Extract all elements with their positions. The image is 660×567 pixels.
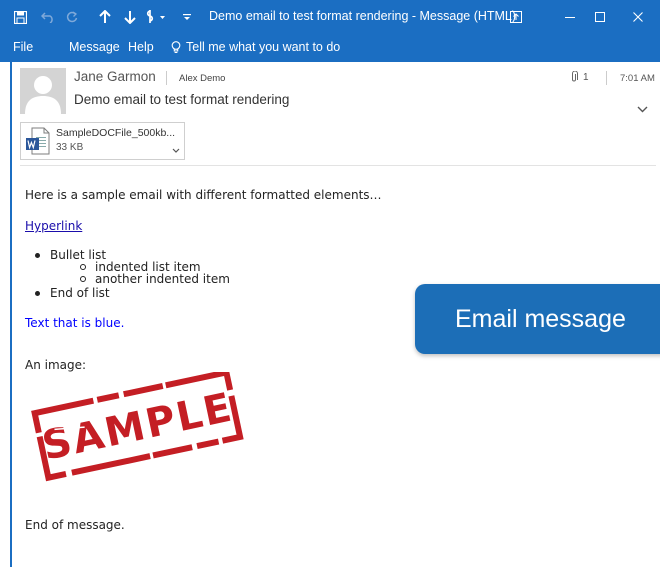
word-doc-icon	[25, 127, 51, 155]
header-separator	[166, 71, 167, 85]
title-bar: Demo email to test format rendering - Me…	[0, 0, 660, 34]
tell-me-search[interactable]: Tell me what you want to do	[171, 40, 340, 54]
intro-text: Here is a sample email with different fo…	[25, 188, 382, 202]
sender-name[interactable]: Jane Garmon	[74, 69, 156, 84]
minimize-icon[interactable]	[556, 0, 584, 34]
redo-icon[interactable]	[62, 0, 82, 34]
tag-dropdown-icon[interactable]	[144, 0, 172, 34]
image-label: An image:	[25, 358, 87, 372]
sample-stamp-image: SAMPLE	[26, 368, 251, 488]
maximize-icon[interactable]	[586, 0, 614, 34]
recipient-name[interactable]: Alex Demo	[179, 73, 225, 84]
received-time: 7:01 AM	[620, 73, 655, 84]
lightbulb-icon	[171, 40, 181, 53]
attachment-dropdown-icon[interactable]	[172, 138, 180, 157]
message-subject: Demo email to test format rendering	[74, 92, 290, 107]
ribbon-tabs: File Message Help Tell me what you want …	[0, 34, 660, 62]
tell-me-label: Tell me what you want to do	[186, 40, 341, 54]
header-divider	[20, 165, 656, 166]
attachment-name: SampleDOCFile_500kb...	[56, 127, 176, 139]
end-of-message: End of message.	[25, 518, 125, 532]
blue-text: Text that is blue.	[25, 316, 125, 330]
attachment-count-value: 1	[583, 71, 589, 83]
next-item-icon[interactable]	[121, 0, 139, 34]
bullet-marker	[35, 291, 40, 296]
window-title: Demo email to test format rendering - Me…	[209, 9, 517, 23]
tab-help[interactable]: Help	[128, 40, 154, 54]
list-item: another indented item	[95, 272, 230, 286]
sub-bullet-marker	[80, 264, 86, 270]
customize-toolbar-icon[interactable]	[177, 0, 197, 34]
expand-header-chevron-icon[interactable]	[637, 98, 648, 117]
avatar	[20, 68, 66, 114]
ribbon-display-options-icon[interactable]	[505, 0, 527, 34]
attachment-count: 1	[570, 71, 589, 83]
tab-file[interactable]: File	[13, 40, 33, 54]
email-message-callout: Email message	[415, 284, 660, 354]
bullet-marker	[35, 253, 40, 258]
callout-text: Email message	[455, 304, 626, 333]
sub-bullet-marker	[80, 276, 86, 282]
save-icon[interactable]	[10, 0, 30, 34]
hyperlink[interactable]: Hyperlink	[25, 219, 82, 233]
undo-icon[interactable]	[38, 0, 58, 34]
attachment-size: 33 KB	[56, 142, 84, 153]
list-item: End of list	[50, 286, 110, 300]
person-icon	[20, 68, 66, 114]
attachment-card[interactable]: SampleDOCFile_500kb... 33 KB	[20, 122, 185, 160]
header-separator	[606, 71, 607, 85]
previous-item-icon[interactable]	[96, 0, 114, 34]
tab-message[interactable]: Message	[69, 40, 120, 54]
paperclip-icon	[572, 71, 578, 82]
close-icon[interactable]	[624, 0, 652, 34]
